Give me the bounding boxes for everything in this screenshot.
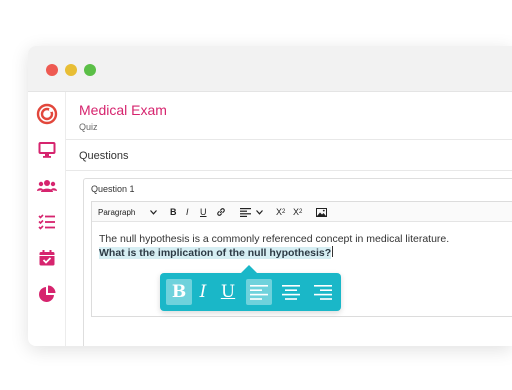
- align-left-icon[interactable]: [246, 279, 272, 305]
- floating-italic-button[interactable]: I: [190, 279, 216, 305]
- image-icon[interactable]: [316, 202, 327, 222]
- page-title: Medical Exam: [79, 102, 167, 118]
- subscript-button[interactable]: X2: [276, 202, 285, 222]
- floating-bold-button[interactable]: B: [166, 279, 192, 305]
- title-bar: [28, 46, 512, 92]
- superscript-button[interactable]: X2: [293, 202, 302, 222]
- sidebar: [28, 92, 66, 346]
- minimize-window-button[interactable]: [65, 64, 77, 76]
- align-center-icon[interactable]: [278, 279, 304, 305]
- close-window-button[interactable]: [46, 64, 58, 76]
- selected-text: What is the implication of the null hypo…: [99, 247, 332, 259]
- italic-button[interactable]: I: [186, 202, 189, 222]
- align-right-icon[interactable]: [310, 279, 336, 305]
- chevron-down-icon[interactable]: [150, 202, 157, 222]
- paragraph-format-select[interactable]: Paragraph: [98, 202, 135, 222]
- floating-format-toolbar: B I U: [160, 265, 341, 311]
- question-card: Question 1 Paragraph B I U X 2 X 2 The n…: [83, 178, 512, 346]
- chevron-down-icon[interactable]: [256, 202, 263, 222]
- underline-button[interactable]: U: [200, 202, 207, 222]
- question-body-text: The null hypothesis is a commonly refere…: [99, 233, 450, 245]
- divider: [66, 170, 512, 171]
- question-label: Question 1: [91, 184, 135, 194]
- monitor-icon[interactable]: [35, 138, 59, 162]
- align-left-icon[interactable]: [240, 202, 251, 222]
- editor-toolbar: Paragraph B I U X 2 X 2: [92, 202, 512, 222]
- editor-content[interactable]: The null hypothesis is a commonly refere…: [99, 232, 511, 260]
- section-title: Questions: [79, 150, 129, 162]
- users-icon[interactable]: [35, 174, 59, 198]
- question-selected-text: What is the implication of the null hypo…: [99, 246, 511, 260]
- pie-chart-icon[interactable]: [35, 282, 59, 306]
- bold-button[interactable]: B: [170, 202, 177, 222]
- floating-underline-button[interactable]: U: [215, 279, 241, 305]
- maximize-window-button[interactable]: [84, 64, 96, 76]
- divider: [66, 139, 512, 140]
- checklist-icon[interactable]: [35, 210, 59, 234]
- calendar-check-icon[interactable]: [35, 246, 59, 270]
- text-cursor: [332, 246, 334, 257]
- logo-icon[interactable]: [35, 102, 59, 126]
- link-icon[interactable]: [216, 202, 226, 222]
- page-subtitle: Quiz: [79, 122, 98, 132]
